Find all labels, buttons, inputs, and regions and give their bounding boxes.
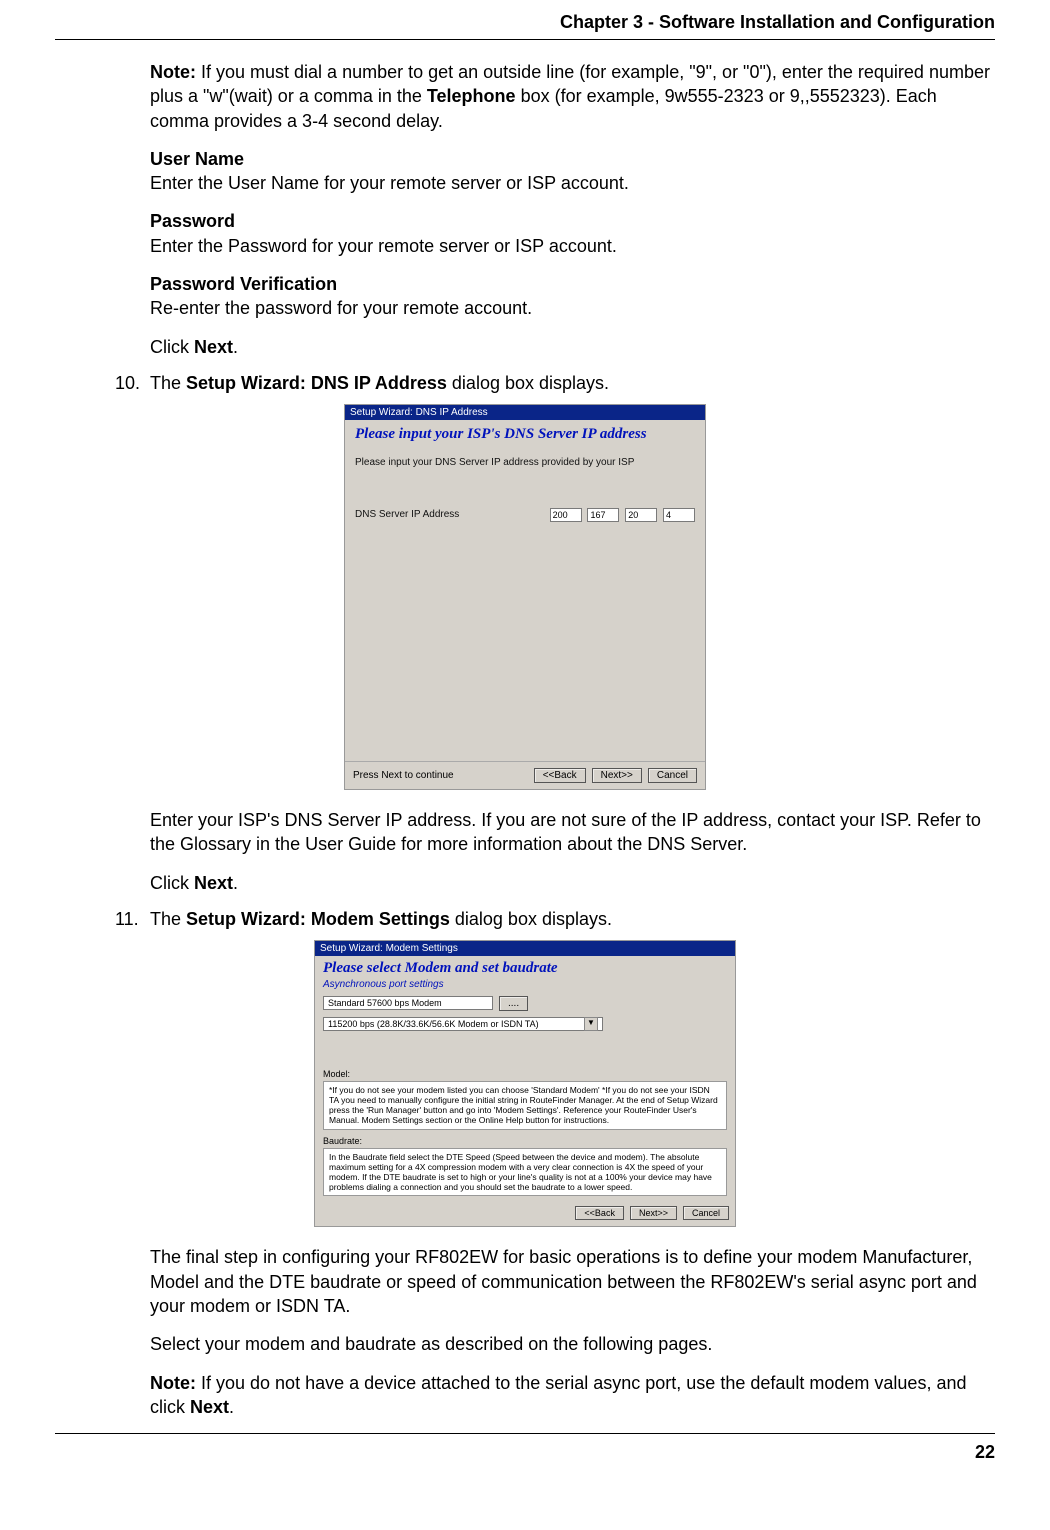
page-number: 22 (55, 1434, 995, 1483)
chevron-down-icon[interactable]: ▼ (584, 1017, 598, 1031)
pwverify-label: Password Verification (150, 272, 995, 296)
modem-next-button[interactable]: Next>> (630, 1206, 677, 1220)
step-11-text: The Setup Wizard: Modem Settings dialog … (150, 909, 995, 930)
dns-dialog-instruction: Please input your DNS Server IP address … (355, 457, 695, 468)
dns-ip-octet-4[interactable] (663, 508, 695, 522)
dns-ip-label: DNS Server IP Address (355, 509, 547, 520)
note-paragraph: Note: If you must dial a number to get a… (150, 60, 995, 133)
dns-dialog-continue-text: Press Next to continue (353, 770, 454, 781)
step-11-number: 11. (115, 909, 150, 930)
modem-dialog: Setup Wizard: Modem Settings Please sele… (314, 940, 736, 1228)
password-label: Password (150, 209, 995, 233)
dns-ip-octet-1[interactable] (550, 508, 582, 522)
modem-dialog-heading: Please select Modem and set baudrate (315, 956, 735, 979)
username-text: Enter the User Name for your remote serv… (150, 171, 995, 195)
dns-ip-octet-3[interactable] (625, 508, 657, 522)
modem-combo-2[interactable]: 115200 bps (28.8K/33.6K/56.6K Modem or I… (323, 1017, 603, 1031)
dns-cancel-button[interactable]: Cancel (648, 768, 697, 783)
step-10-text: The Setup Wizard: DNS IP Address dialog … (150, 373, 995, 394)
step-11: 11. The Setup Wizard: Modem Settings dia… (55, 909, 995, 930)
dns-back-button[interactable]: <<Back (534, 768, 586, 783)
modem-back-button[interactable]: <<Back (575, 1206, 624, 1220)
password-text: Enter the Password for your remote serve… (150, 234, 995, 258)
dns-dialog-titlebar: Setup Wizard: DNS IP Address (345, 405, 705, 420)
click-next-1: Click Next. (150, 335, 995, 359)
baudrate-label: Baudrate: (315, 1136, 735, 1146)
after-11-note-label: Note: (150, 1373, 196, 1393)
note-label: Note: (150, 62, 196, 82)
divider-top (55, 39, 995, 40)
modem-browse-button[interactable]: .... (499, 996, 528, 1011)
note-telephone-word: Telephone (427, 86, 516, 106)
after-step-10-text: Enter your ISP's DNS Server IP address. … (150, 808, 995, 857)
modem-cancel-button[interactable]: Cancel (683, 1206, 729, 1220)
modem-combo-1[interactable]: Standard 57600 bps Modem (323, 996, 493, 1010)
baudrate-help-text: In the Baudrate field select the DTE Spe… (323, 1148, 727, 1197)
dns-dialog: Setup Wizard: DNS IP Address Please inpu… (344, 404, 706, 790)
model-help-text: *If you do not see your modem listed you… (323, 1081, 727, 1130)
chapter-header: Chapter 3 - Software Installation and Co… (55, 0, 995, 39)
step-10: 10. The Setup Wizard: DNS IP Address dia… (55, 373, 995, 394)
dns-dialog-heading: Please input your ISP's DNS Server IP ad… (345, 420, 705, 451)
after-step-11-text-b: Select your modem and baudrate as descri… (150, 1332, 995, 1356)
click-next-2: Click Next. (150, 871, 995, 895)
pwverify-text: Re-enter the password for your remote ac… (150, 296, 995, 320)
dns-next-button[interactable]: Next>> (592, 768, 642, 783)
modem-dialog-titlebar: Setup Wizard: Modem Settings (315, 941, 735, 956)
model-label: Model: (315, 1061, 735, 1079)
dns-ip-octet-2[interactable] (587, 508, 619, 522)
username-label: User Name (150, 147, 995, 171)
step-10-number: 10. (115, 373, 150, 394)
after-step-11-text-a: The final step in configuring your RF802… (150, 1245, 995, 1318)
after-step-11-note: Note: If you do not have a device attach… (150, 1371, 995, 1420)
modem-dialog-subheading: Asynchronous port settings (315, 979, 735, 994)
